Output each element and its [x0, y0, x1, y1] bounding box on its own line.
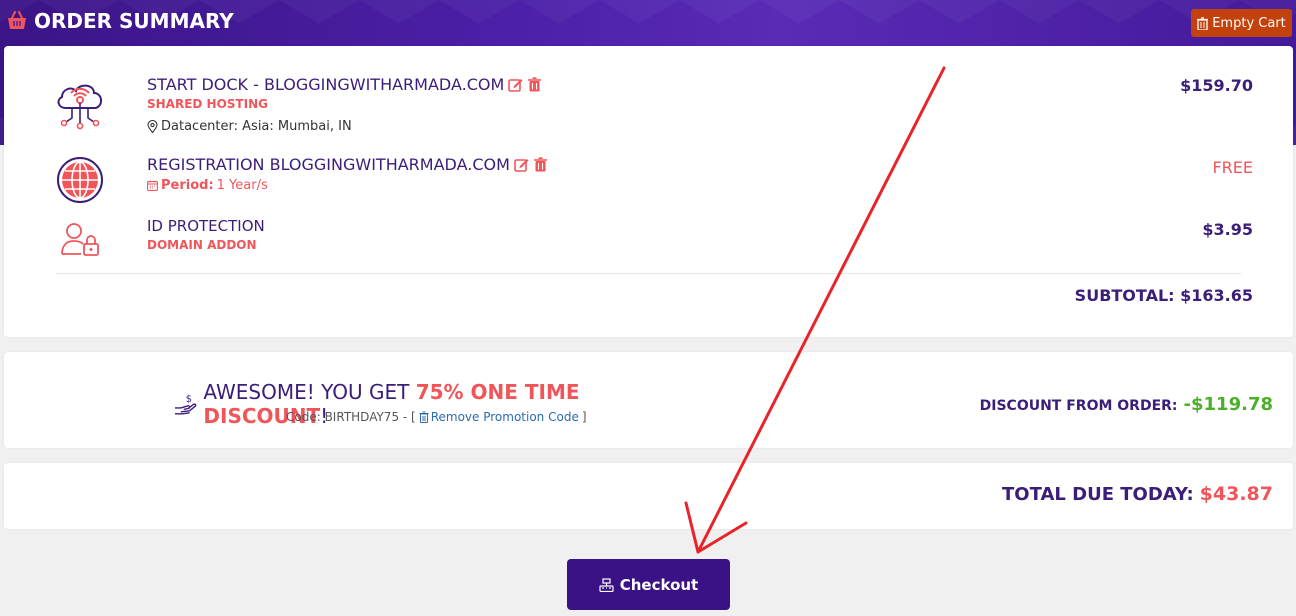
- globe-icon: [57, 157, 103, 203]
- checkout-label: Checkout: [619, 575, 699, 594]
- basket-icon: [8, 11, 26, 29]
- calendar-icon: [147, 180, 158, 191]
- item-type: SHARED HOSTING: [147, 97, 268, 111]
- subtotal: SUBTOTAL: $163.65: [1074, 286, 1253, 305]
- item-name: START DOCK - BLOGGINGWITHARMADA.COM: [147, 75, 542, 94]
- item-type: DOMAIN ADDON: [147, 238, 257, 252]
- item-name: ID PROTECTION: [147, 217, 265, 235]
- promo-code: Code: BIRTHDAY75 - [ Remove Promotion Co…: [286, 410, 587, 424]
- item-price: $159.70: [1180, 76, 1253, 95]
- edit-icon[interactable]: [508, 77, 523, 92]
- total-due: TOTAL DUE TODAY: $43.87: [1002, 483, 1273, 505]
- edit-icon[interactable]: [514, 157, 529, 172]
- cash-register-icon: [599, 577, 614, 592]
- divider: [56, 273, 1241, 274]
- item-name: REGISTRATION BLOGGINGWITHARMADA.COM: [147, 155, 548, 174]
- empty-cart-label: Empty Cart: [1212, 15, 1286, 31]
- trash-icon: [419, 411, 429, 423]
- discount-summary: DISCOUNT FROM ORDER: -$119.78: [980, 394, 1273, 415]
- remove-promotion-label: Remove Promotion Code: [430, 410, 579, 424]
- item-price: FREE: [1212, 158, 1253, 177]
- total-label: TOTAL DUE TODAY:: [1002, 484, 1194, 505]
- item-price: $3.95: [1202, 220, 1253, 239]
- user-lock-icon: [61, 223, 99, 256]
- item-name-text: ID PROTECTION: [147, 217, 265, 235]
- page-title: ORDER SUMMARY: [6, 8, 234, 34]
- promo-code-text: Code: BIRTHDAY75 - [: [286, 410, 416, 424]
- cart-items-card: START DOCK - BLOGGINGWITHARMADA.COM SHAR…: [4, 46, 1293, 337]
- discount-label: DISCOUNT FROM ORDER:: [979, 398, 1178, 414]
- item-datacenter-text: Datacenter: Asia: Mumbai, IN: [161, 119, 352, 134]
- item-datacenter: Datacenter: Asia: Mumbai, IN: [147, 119, 352, 134]
- item-name-text: START DOCK - BLOGGINGWITHARMADA.COM: [147, 75, 505, 94]
- delete-icon[interactable]: [533, 157, 548, 172]
- total-value: $43.87: [1199, 483, 1273, 505]
- promo-text-before: AWESOME! YOU GET: [203, 380, 416, 404]
- remove-promotion-link[interactable]: Remove Promotion Code: [419, 410, 579, 424]
- checkout-button[interactable]: Checkout: [567, 559, 730, 610]
- promo-code-close: ]: [581, 410, 587, 424]
- money-hand-icon: $: [174, 394, 197, 415]
- total-card: TOTAL DUE TODAY: $43.87: [4, 463, 1293, 529]
- period-value: 1 Year/s: [216, 178, 268, 193]
- item-name-text: REGISTRATION BLOGGINGWITHARMADA.COM: [147, 155, 510, 174]
- map-pin-icon: [147, 120, 158, 133]
- delete-icon[interactable]: [527, 77, 542, 92]
- cloud-network-icon: [57, 84, 102, 130]
- svg-text:$: $: [186, 394, 192, 405]
- promotion-card: $ AWESOME! YOU GET 75% ONE TIME DISCOUNT…: [4, 352, 1293, 448]
- trash-icon: [1197, 16, 1209, 30]
- item-period: Period: 1 Year/s: [147, 178, 268, 193]
- period-label: Period:: [161, 178, 214, 193]
- discount-value: -$119.78: [1183, 394, 1273, 415]
- empty-cart-button[interactable]: Empty Cart: [1191, 9, 1292, 37]
- page-title-text: ORDER SUMMARY: [34, 9, 234, 33]
